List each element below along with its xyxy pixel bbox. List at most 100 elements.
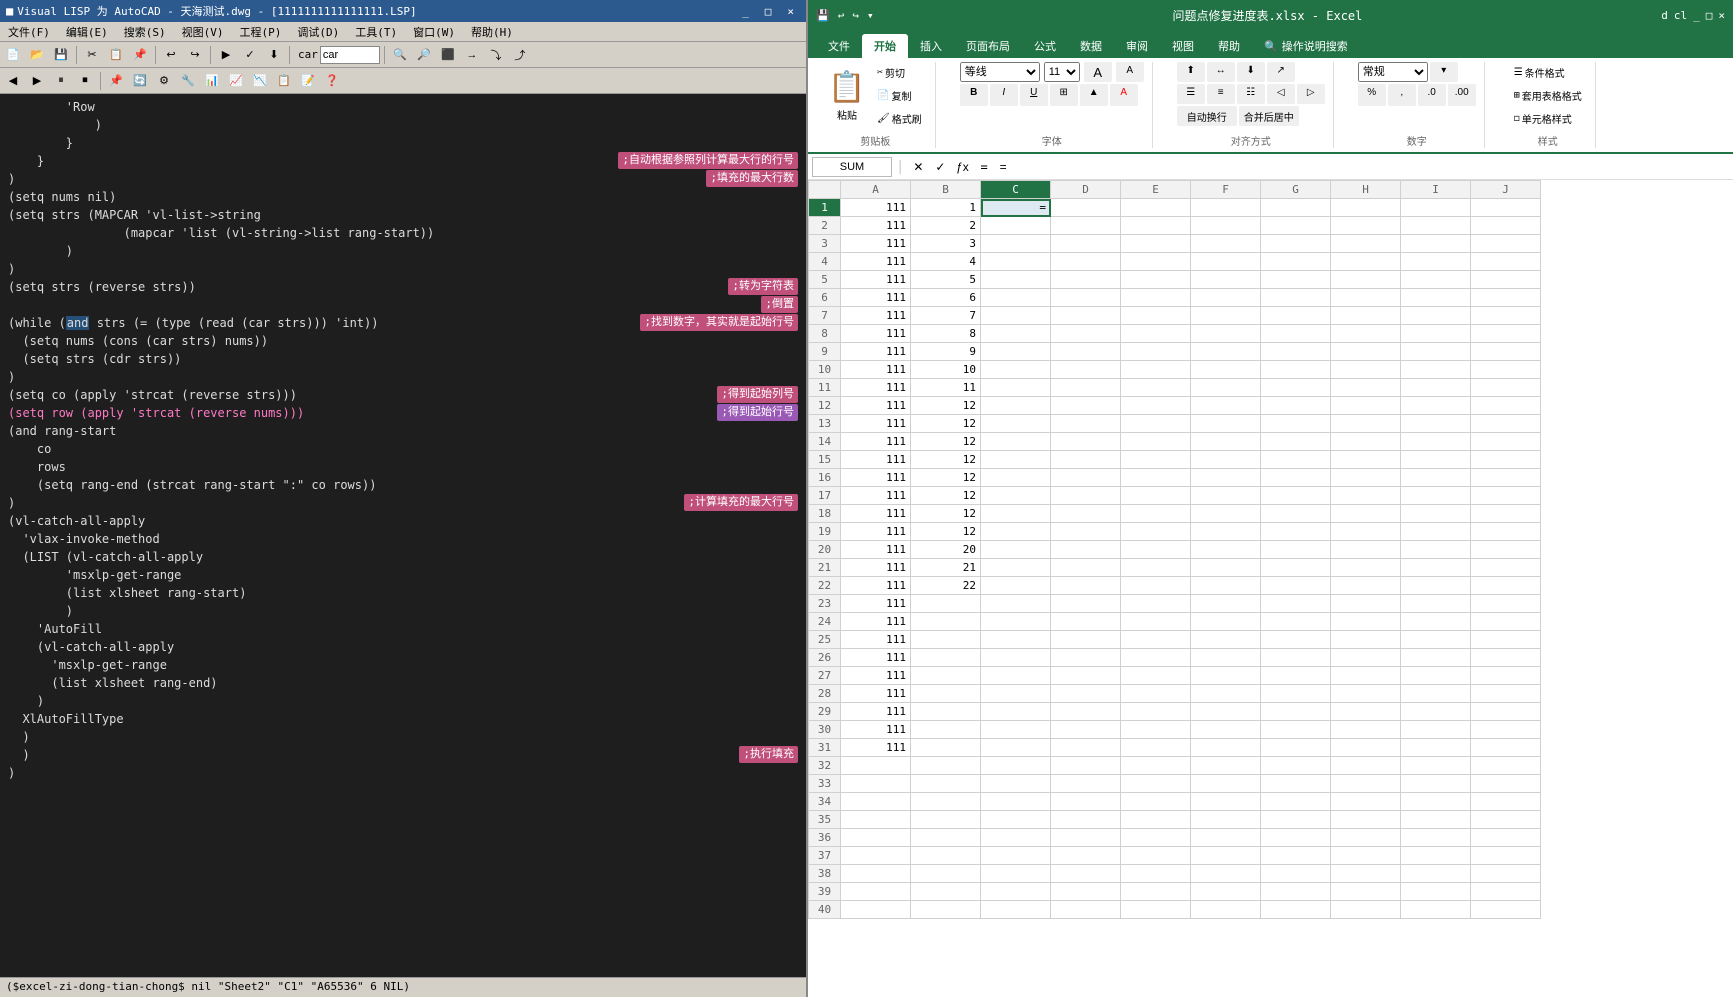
row-header-18[interactable]: 18 (809, 505, 841, 523)
cell-D13[interactable] (1051, 415, 1121, 433)
step-out-btn[interactable]: ⤴ (509, 44, 531, 66)
align-center-btn[interactable]: ≡ (1207, 84, 1235, 104)
cell-D4[interactable] (1051, 253, 1121, 271)
row-header-26[interactable]: 26 (809, 649, 841, 667)
cell-A40[interactable] (841, 901, 911, 919)
undo-btn[interactable]: ↩ (160, 44, 182, 66)
cell-G8[interactable] (1261, 325, 1331, 343)
cell-G32[interactable] (1261, 757, 1331, 775)
cell-G29[interactable] (1261, 703, 1331, 721)
cell-G33[interactable] (1261, 775, 1331, 793)
cell-A19[interactable]: 111 (841, 523, 911, 541)
cell-F24[interactable] (1191, 613, 1261, 631)
cell-I14[interactable] (1401, 433, 1471, 451)
cell-C1[interactable]: = (981, 199, 1051, 217)
cell-F3[interactable] (1191, 235, 1261, 253)
cell-F19[interactable] (1191, 523, 1261, 541)
cell-H30[interactable] (1331, 721, 1401, 739)
cell-H13[interactable] (1331, 415, 1401, 433)
menu-view[interactable]: 视图(V) (178, 23, 228, 41)
cell-E35[interactable] (1121, 811, 1191, 829)
cell-F9[interactable] (1191, 343, 1261, 361)
cell-D28[interactable] (1051, 685, 1121, 703)
cell-I19[interactable] (1401, 523, 1471, 541)
cell-A9[interactable]: 111 (841, 343, 911, 361)
new-btn[interactable]: 📄 (2, 44, 24, 66)
run-btn[interactable]: ▶ (215, 44, 237, 66)
cell-J6[interactable] (1471, 289, 1541, 307)
cell-D29[interactable] (1051, 703, 1121, 721)
cell-H8[interactable] (1331, 325, 1401, 343)
maximize-btn[interactable]: □ (759, 5, 778, 18)
cell-I3[interactable] (1401, 235, 1471, 253)
conditional-format-btn[interactable]: ☰条件格式 (1509, 62, 1587, 83)
cell-J1[interactable] (1471, 199, 1541, 217)
row-header-25[interactable]: 25 (809, 631, 841, 649)
cell-D12[interactable] (1051, 397, 1121, 415)
cell-G15[interactable] (1261, 451, 1331, 469)
cell-B33[interactable] (911, 775, 981, 793)
excel-grid-wrapper[interactable]: A B C D E F G H I J 11111=21112311134111… (808, 180, 1733, 997)
row-header-23[interactable]: 23 (809, 595, 841, 613)
cell-C28[interactable] (981, 685, 1051, 703)
row-header-9[interactable]: 9 (809, 343, 841, 361)
cell-F31[interactable] (1191, 739, 1261, 757)
cell-D40[interactable] (1051, 901, 1121, 919)
cell-J28[interactable] (1471, 685, 1541, 703)
cell-E15[interactable] (1121, 451, 1191, 469)
cell-A8[interactable]: 111 (841, 325, 911, 343)
cell-H32[interactable] (1331, 757, 1401, 775)
cell-E14[interactable] (1121, 433, 1191, 451)
row-header-38[interactable]: 38 (809, 865, 841, 883)
tab-view[interactable]: 视图 (1160, 34, 1206, 58)
cell-G28[interactable] (1261, 685, 1331, 703)
cell-A22[interactable]: 111 (841, 577, 911, 595)
row-header-13[interactable]: 13 (809, 415, 841, 433)
cell-D14[interactable] (1051, 433, 1121, 451)
tb2-btn4[interactable]: ⏹ (74, 70, 96, 92)
cell-H7[interactable] (1331, 307, 1401, 325)
cell-A16[interactable]: 111 (841, 469, 911, 487)
row-header-5[interactable]: 5 (809, 271, 841, 289)
cell-B13[interactable]: 12 (911, 415, 981, 433)
cell-J16[interactable] (1471, 469, 1541, 487)
cell-G10[interactable] (1261, 361, 1331, 379)
cell-G21[interactable] (1261, 559, 1331, 577)
cell-B15[interactable]: 12 (911, 451, 981, 469)
cell-E38[interactable] (1121, 865, 1191, 883)
cell-I21[interactable] (1401, 559, 1471, 577)
cell-G25[interactable] (1261, 631, 1331, 649)
row-header-27[interactable]: 27 (809, 667, 841, 685)
cell-B36[interactable] (911, 829, 981, 847)
col-header-f[interactable]: F (1191, 181, 1261, 199)
cell-B35[interactable] (911, 811, 981, 829)
tab-data[interactable]: 数据 (1068, 34, 1114, 58)
cell-E7[interactable] (1121, 307, 1191, 325)
row-header-17[interactable]: 17 (809, 487, 841, 505)
row-header-29[interactable]: 29 (809, 703, 841, 721)
cell-B3[interactable]: 3 (911, 235, 981, 253)
cell-I6[interactable] (1401, 289, 1471, 307)
load-btn[interactable]: ⬇ (263, 44, 285, 66)
cell-E24[interactable] (1121, 613, 1191, 631)
cell-F23[interactable] (1191, 595, 1261, 613)
tab-home[interactable]: 开始 (862, 34, 908, 58)
font-grow-btn[interactable]: A (1084, 62, 1112, 82)
tb2-btn6[interactable]: 🔄 (129, 70, 151, 92)
cell-D33[interactable] (1051, 775, 1121, 793)
row-header-28[interactable]: 28 (809, 685, 841, 703)
cell-C17[interactable] (981, 487, 1051, 505)
cell-B18[interactable]: 12 (911, 505, 981, 523)
cell-A15[interactable]: 111 (841, 451, 911, 469)
cell-C3[interactable] (981, 235, 1051, 253)
cell-J11[interactable] (1471, 379, 1541, 397)
row-header-16[interactable]: 16 (809, 469, 841, 487)
cell-G37[interactable] (1261, 847, 1331, 865)
row-header-3[interactable]: 3 (809, 235, 841, 253)
cell-D10[interactable] (1051, 361, 1121, 379)
cell-J15[interactable] (1471, 451, 1541, 469)
cell-A10[interactable]: 111 (841, 361, 911, 379)
cell-F39[interactable] (1191, 883, 1261, 901)
bold-btn[interactable]: B (960, 84, 988, 106)
cell-E21[interactable] (1121, 559, 1191, 577)
